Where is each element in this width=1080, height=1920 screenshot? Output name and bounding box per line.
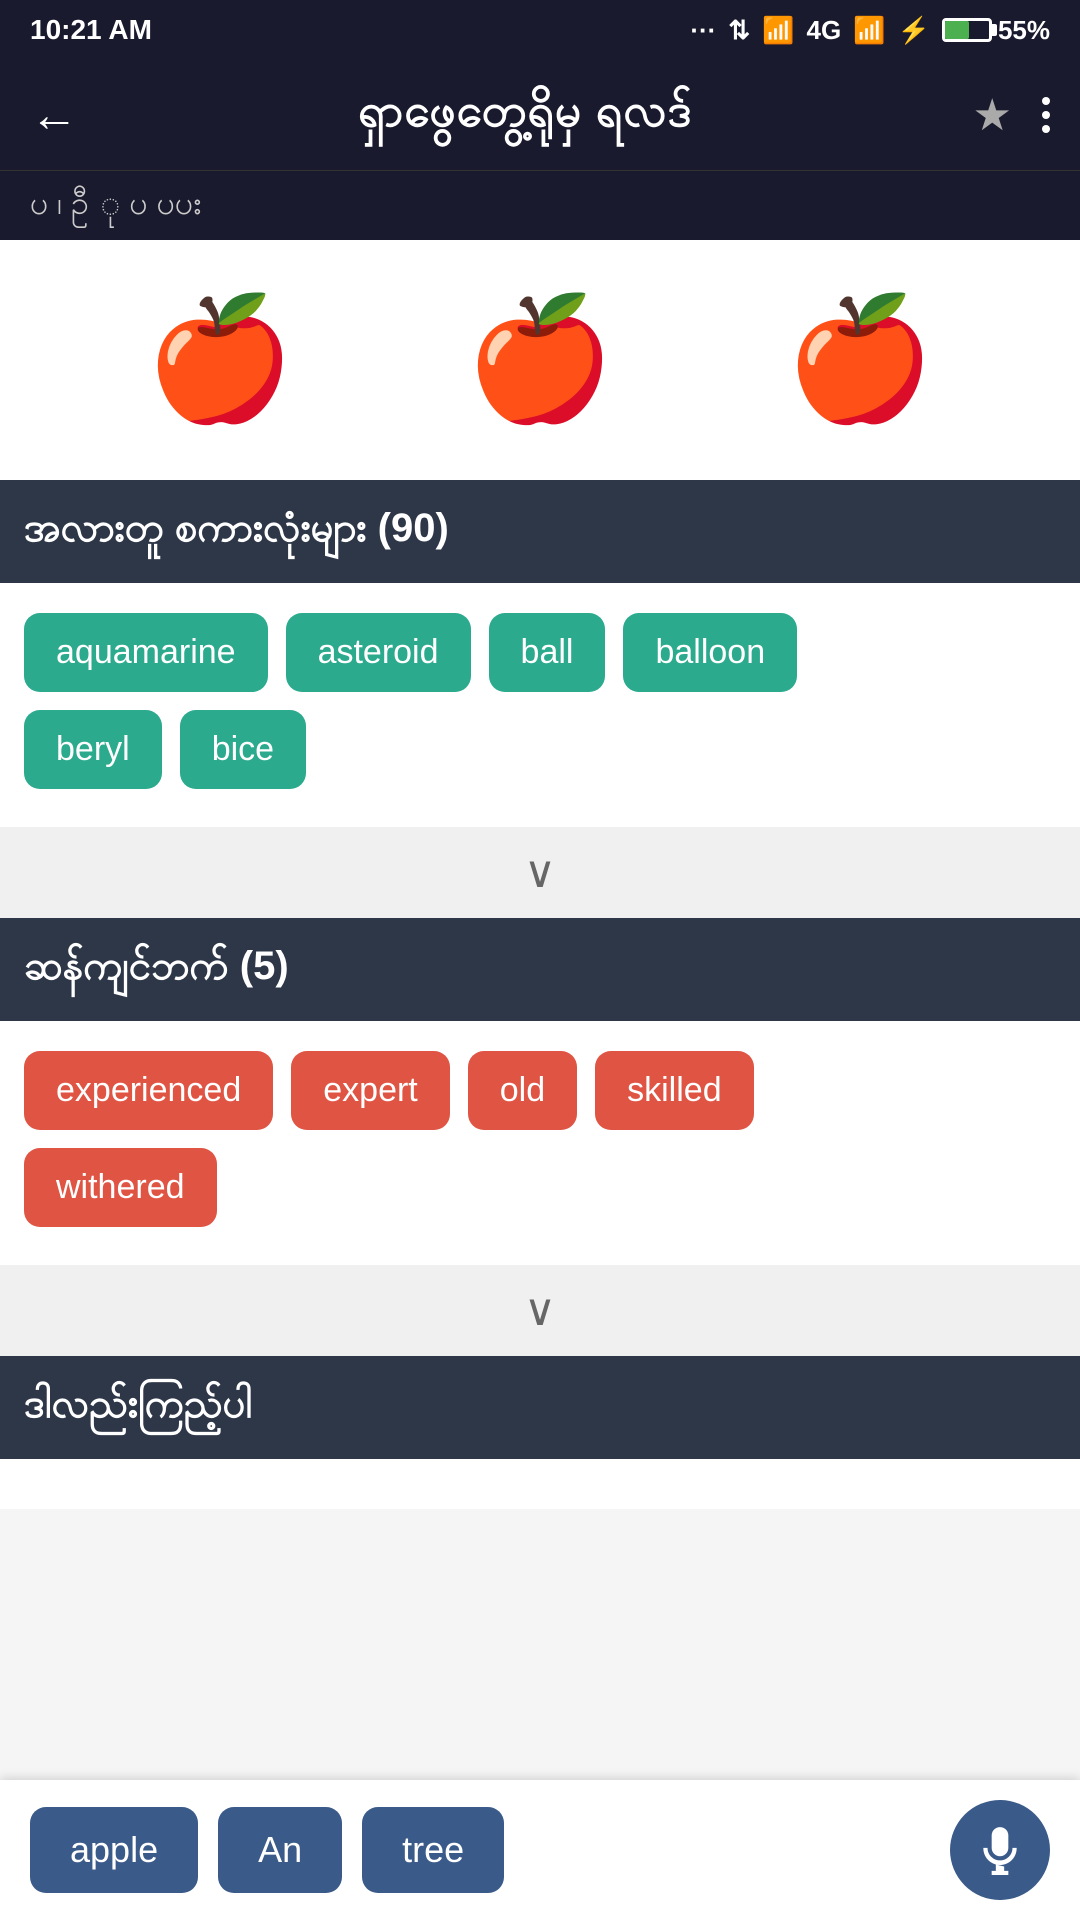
related-section-title: အလားတူ စကားလုံးများ (90) (24, 506, 449, 550)
menu-dot-2 (1042, 111, 1050, 119)
expand-synonyms-button[interactable]: ∨ (0, 1265, 1080, 1356)
header-actions: ★ (973, 90, 1050, 141)
status-bar: 10:21 AM ··· ⇅ 📶 4G 📶 ⚡ 55% (0, 0, 1080, 60)
expand-related-button[interactable]: ∨ (0, 827, 1080, 918)
synonyms-tags-row-2: withered (24, 1148, 1056, 1227)
bottom-bar: apple An tree (0, 1780, 1080, 1920)
bottom-tag-tree[interactable]: tree (362, 1807, 504, 1893)
synonyms-tags-section: experienced expert old skilled withered (0, 1021, 1080, 1265)
menu-dot-1 (1042, 97, 1050, 105)
status-bolt: ⚡ (898, 15, 930, 46)
tag-skilled[interactable]: skilled (595, 1051, 753, 1130)
status-time: 10:21 AM (30, 14, 152, 46)
status-4g: 4G (807, 15, 842, 46)
synonyms-tags-row-1: experienced expert old skilled (24, 1051, 1056, 1130)
header: ← ရှာဖွေတွေ့ရိုမှ ရလဒ် ★ (0, 60, 1080, 170)
sub-header-tabs: ပ ၊ ဦ ု ပ ပပး (0, 170, 1080, 240)
see-also-section (0, 1459, 1080, 1509)
chevron-down-icon-2: ∨ (524, 1285, 556, 1336)
sub-header-text: ပ ၊ ဦ ု ပ ပပး (30, 182, 201, 230)
status-dots: ··· (690, 15, 716, 46)
tag-expert[interactable]: expert (291, 1051, 450, 1130)
see-also-section-header: ဒါလည်းကြည့်ပါ (0, 1356, 1080, 1459)
tag-balloon[interactable]: balloon (623, 613, 797, 692)
tag-aquamarine[interactable]: aquamarine (24, 613, 268, 692)
related-tags-row-1: aquamarine asteroid ball balloon (24, 613, 1056, 692)
mic-icon (975, 1825, 1025, 1875)
apple-image-1: 🍎 (145, 290, 294, 430)
related-tags-row-2: beryl bice (24, 710, 1056, 789)
tag-beryl[interactable]: beryl (24, 710, 162, 789)
status-signal: 📶 (762, 15, 794, 46)
favorite-button[interactable]: ★ (973, 90, 1012, 141)
image-section: 🍎 🍎 🍎 (0, 240, 1080, 480)
apple-image-2: 🍎 (465, 290, 614, 430)
page-title: ရှာဖွေတွေ့ရိုမှ ရလဒ် (108, 82, 943, 149)
tag-asteroid[interactable]: asteroid (286, 613, 471, 692)
battery-percent: 55% (998, 15, 1050, 46)
synonyms-section-header: ဆန်ကျင်ဘက် (5) (0, 918, 1080, 1021)
tag-bice[interactable]: bice (180, 710, 306, 789)
synonyms-section-title: ဆန်ကျင်ဘက် (5) (24, 944, 289, 988)
related-tags-section: aquamarine asteroid ball balloon beryl b… (0, 583, 1080, 827)
tag-withered[interactable]: withered (24, 1148, 217, 1227)
see-also-section-title: ဒါလည်းကြည့်ပါ (24, 1382, 252, 1426)
status-signal-arrows: ⇅ (728, 15, 750, 46)
more-options-button[interactable] (1042, 97, 1050, 133)
chevron-down-icon: ∨ (524, 847, 556, 898)
related-section-header: အလားတူ စကားလုံးများ (90) (0, 480, 1080, 583)
tag-old[interactable]: old (468, 1051, 577, 1130)
bottom-tag-apple[interactable]: apple (30, 1807, 198, 1893)
apple-image-3: 🍎 (785, 290, 934, 430)
battery-indicator: 55% (942, 15, 1050, 46)
tag-ball[interactable]: ball (489, 613, 606, 692)
status-signal2: 📶 (853, 15, 885, 46)
tag-experienced[interactable]: experienced (24, 1051, 273, 1130)
bottom-tag-an[interactable]: An (218, 1807, 342, 1893)
menu-dot-3 (1042, 125, 1050, 133)
back-button[interactable]: ← (30, 88, 78, 143)
mic-button[interactable] (950, 1800, 1050, 1900)
status-right: ··· ⇅ 📶 4G 📶 ⚡ 55% (690, 15, 1050, 46)
